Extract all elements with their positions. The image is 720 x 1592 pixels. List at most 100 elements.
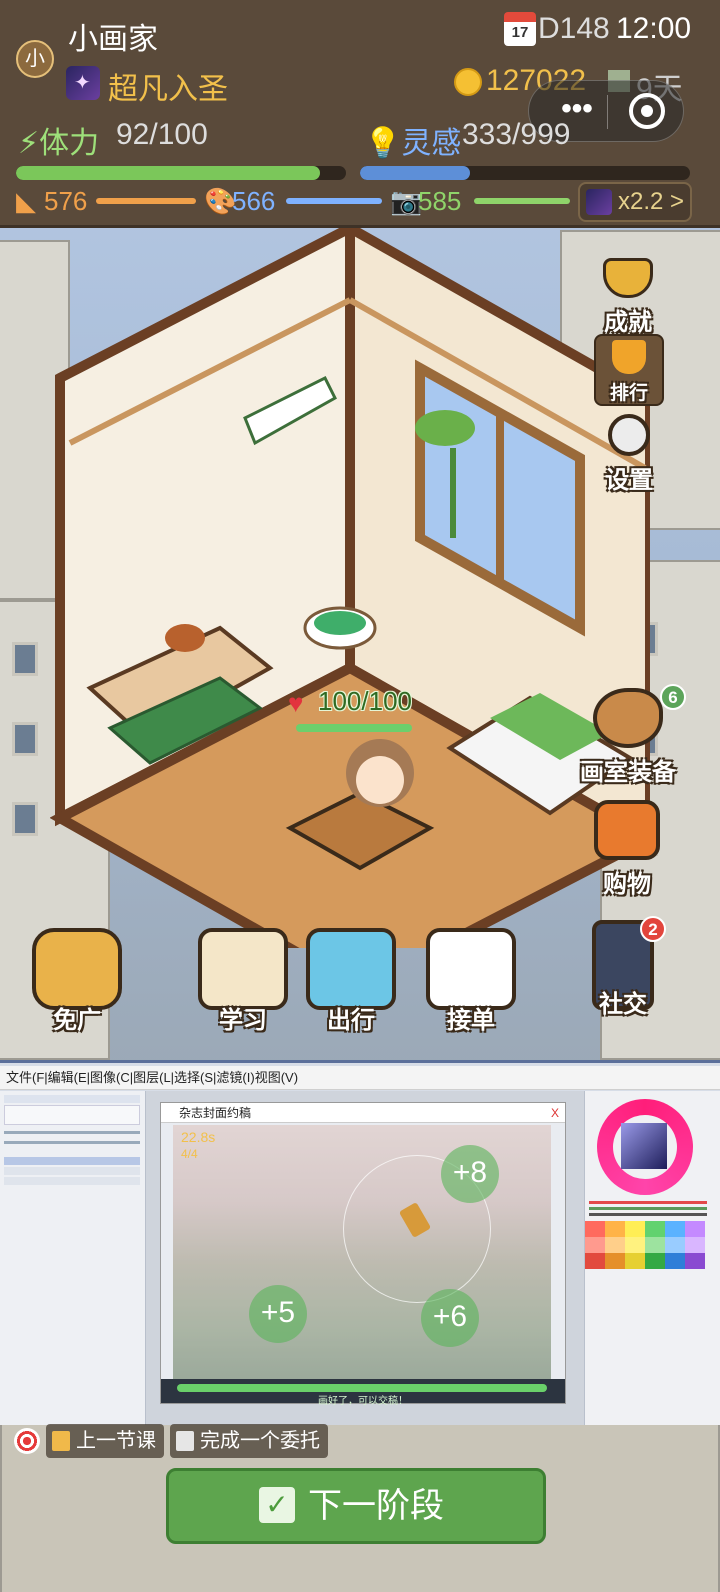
travel-label: 出行 xyxy=(327,1007,375,1034)
gear-icon xyxy=(608,414,650,456)
ranking-button[interactable]: 排行 xyxy=(594,334,664,406)
color-swatch[interactable] xyxy=(625,1253,645,1269)
close-icon[interactable]: X xyxy=(551,1103,559,1123)
target-icon[interactable] xyxy=(14,1428,40,1454)
color-swatches xyxy=(585,1221,705,1269)
skill-color-value: 566 xyxy=(232,186,276,216)
multiplier-button[interactable]: x2.2 > xyxy=(578,182,692,222)
score-popup: +6 xyxy=(421,1289,479,1347)
layer-item[interactable] xyxy=(4,1167,140,1175)
paint-progress-fill xyxy=(177,1384,547,1392)
book-icon xyxy=(198,928,288,1010)
color-wheel[interactable] xyxy=(597,1099,693,1195)
top-hud: 小 小画家 超凡入圣 17 D148 12:00 127022 9天 ••• ⚡… xyxy=(0,0,720,228)
saturation-square[interactable] xyxy=(621,1123,667,1169)
color-swatch[interactable] xyxy=(665,1237,685,1253)
ruler-icon: ◣ xyxy=(16,186,36,216)
color-swatch[interactable] xyxy=(645,1253,665,1269)
painting-canvas[interactable]: 22.8s 4/4 +8 +5 +6 xyxy=(173,1125,551,1379)
player-name: 小画家 xyxy=(68,23,158,56)
tool-panel-header xyxy=(4,1095,140,1103)
player-avatar[interactable]: 小 xyxy=(16,40,54,78)
color-swatch[interactable] xyxy=(685,1221,705,1237)
commission-canvas-window: 杂志封面约稿 X 22.8s 4/4 +8 +5 +6 画好了，可以交稿！ xyxy=(160,1102,566,1407)
color-swatch[interactable] xyxy=(585,1221,605,1237)
color-swatch[interactable] xyxy=(645,1237,665,1253)
shopping-button[interactable]: 购物 xyxy=(578,800,676,899)
settings-label: 设置 xyxy=(605,467,653,494)
size-slider[interactable] xyxy=(4,1131,140,1134)
score-popup: +5 xyxy=(249,1285,307,1343)
plant xyxy=(415,410,475,446)
coin-icon xyxy=(454,68,482,96)
task-last-lesson-label: 上一节课 xyxy=(76,1430,156,1452)
studio-badge: 6 xyxy=(660,684,686,710)
social-label: 社交 xyxy=(599,991,647,1018)
studio-equipment-label: 画室装备 xyxy=(580,759,676,786)
color-swatch[interactable] xyxy=(625,1221,645,1237)
task-commission[interactable]: 完成一个委托 xyxy=(170,1424,328,1458)
color-swatch[interactable] xyxy=(665,1221,685,1237)
calendar-icon: 17 xyxy=(504,12,536,46)
inspiration-bar xyxy=(360,166,690,180)
brush-selector[interactable] xyxy=(4,1105,140,1125)
stack-icon xyxy=(52,1431,70,1451)
inspiration-label-text: 灵感 xyxy=(401,127,462,160)
paint-menu-bar[interactable]: 文件(F|编辑(E|图像(C|图层(L|选择(S|滤镜(I)视图(V) xyxy=(0,1066,720,1090)
layer-item[interactable] xyxy=(4,1177,140,1185)
submit-status-bar: 画好了，可以交稿！ xyxy=(161,1379,565,1407)
rank-title: 超凡入圣 xyxy=(108,73,228,106)
color-swatch[interactable] xyxy=(605,1253,625,1269)
color-swatch[interactable] xyxy=(585,1237,605,1253)
skill-drawing-bar xyxy=(96,198,196,204)
character-hp-bar xyxy=(296,724,412,732)
inspiration-label: 💡灵感 xyxy=(364,127,462,160)
tv-no-ads-icon xyxy=(32,928,122,1010)
color-swatch[interactable] xyxy=(665,1253,685,1269)
stamina-bar xyxy=(16,166,346,180)
check-icon: ✓ xyxy=(259,1487,295,1523)
opacity-slider[interactable] xyxy=(4,1141,140,1144)
hue-slider[interactable] xyxy=(589,1201,707,1204)
next-stage-label: 下一阶段 xyxy=(308,1487,444,1525)
color-swatch[interactable] xyxy=(685,1253,705,1269)
tool-panel xyxy=(0,1091,146,1425)
close-miniprogram-button[interactable] xyxy=(629,93,665,129)
saturation-slider[interactable] xyxy=(589,1207,707,1210)
color-swatch[interactable] xyxy=(605,1237,625,1253)
stamina-bar-fill xyxy=(16,166,320,180)
character-hp: 100/100 xyxy=(318,686,412,716)
no-ads-label: 免广 xyxy=(53,1007,101,1034)
next-stage-button[interactable]: ✓ 下一阶段 xyxy=(166,1468,546,1544)
achievements-button[interactable]: 成就 xyxy=(596,258,660,337)
ghost-icon xyxy=(306,928,396,1010)
heart-icon: ♥ xyxy=(288,688,304,718)
color-swatch[interactable] xyxy=(625,1237,645,1253)
achievements-label: 成就 xyxy=(604,309,652,336)
inspiration-bar-fill xyxy=(360,166,470,180)
color-swatch[interactable] xyxy=(645,1221,665,1237)
commission-title: 杂志封面约稿 xyxy=(161,1103,565,1123)
travel-button[interactable]: 出行 xyxy=(300,928,402,1035)
no-ads-button[interactable]: 免广 xyxy=(26,928,128,1035)
character-hp-fill xyxy=(296,724,412,732)
stamina-label: ⚡体力 xyxy=(18,127,100,160)
color-swatch[interactable] xyxy=(605,1221,625,1237)
studio-equipment-button[interactable]: 画室装备 6 xyxy=(574,684,686,787)
study-label: 学习 xyxy=(219,1007,267,1034)
value-slider[interactable] xyxy=(589,1213,707,1216)
clipboard-icon xyxy=(176,1431,194,1451)
task-last-lesson[interactable]: 上一节课 xyxy=(46,1424,164,1458)
ranking-label: 排行 xyxy=(609,383,648,404)
color-swatch[interactable] xyxy=(585,1253,605,1269)
color-swatch[interactable] xyxy=(685,1237,705,1253)
social-button[interactable]: 社交 2 xyxy=(578,916,668,1019)
layer-item[interactable] xyxy=(4,1157,140,1165)
settings-button[interactable]: 设置 xyxy=(596,414,662,495)
skill-drawing-value: 576 xyxy=(44,186,88,216)
task-commission-label: 完成一个委托 xyxy=(200,1430,320,1452)
stroke-progress: 4/4 xyxy=(181,1147,198,1161)
orders-label: 接单 xyxy=(447,1007,495,1034)
study-button[interactable]: 学习 xyxy=(192,928,294,1035)
orders-button[interactable]: 接单 xyxy=(420,928,522,1035)
